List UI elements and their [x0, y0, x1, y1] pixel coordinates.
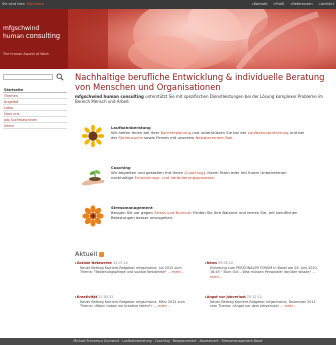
- news-date: 29.05.12: [218, 261, 234, 265]
- search-box: [3, 73, 64, 81]
- service-text-part: sowie Firmen mit unserem: [142, 135, 196, 140]
- link-newplacement[interactable]: Newplacement-Tool: [195, 135, 232, 140]
- news-body: Neuer Beitrag Karriere-Ratgeber mfgschwi…: [205, 300, 323, 309]
- logo-word-consulting: consulting: [23, 31, 61, 40]
- news-date: 27.03.12: [98, 295, 114, 299]
- news-item: Angst vor Jobverlust 15.12.11 Neuer Beit…: [205, 295, 323, 309]
- news-heading: Aktuell: [75, 250, 105, 258]
- news-title[interactable]: Kreativität: [77, 295, 98, 299]
- top-link-anfahrt[interactable]: Anfahrt: [319, 2, 334, 6]
- news-more-link[interactable]: mehr...: [158, 304, 170, 308]
- news-more-link[interactable]: mehr...: [172, 270, 184, 274]
- logo-word-human: human: [3, 32, 24, 40]
- intro-text: mfgschwind human consulting unterstützt …: [75, 94, 332, 104]
- breadcrumb: Sie sind hier: Startseite: [2, 2, 44, 6]
- hero-image: [68, 9, 336, 69]
- orange-flower-icon: [82, 205, 104, 227]
- top-link-referenzen[interactable]: Referenzen: [291, 2, 313, 6]
- top-bar: Sie sind hier: Startseite Kontakt Profil…: [0, 0, 336, 9]
- link-veraenderungsprozesse[interactable]: Entwicklungs- und Veränderungsprozesse: [135, 175, 214, 180]
- news-item: News 29.05.12 Einladung zum PERSONALER F…: [205, 261, 323, 279]
- news-text: Einladung zum PERSONALER FORUM in Basel …: [210, 265, 318, 275]
- news-more-link[interactable]: mehr...: [285, 304, 297, 308]
- news-body: Einladung zum PERSONALER FORUM in Basel …: [205, 266, 323, 280]
- top-link-kontakt[interactable]: Kontakt: [252, 2, 268, 6]
- service-text: Wir begleiten und gestalten mit Ihnen (C…: [111, 170, 307, 180]
- breadcrumb-current[interactable]: Startseite: [26, 2, 43, 6]
- news-more-link[interactable]: mehr...: [210, 275, 222, 279]
- footer: Michael Francesco Gschwind · Laufbahnber…: [0, 338, 336, 345]
- news-title[interactable]: News: [207, 261, 217, 265]
- service-body: Stressmanagement Beugen Sie vor gegen St…: [111, 205, 307, 220]
- news-date: 15.12.11: [246, 295, 262, 299]
- service-body: Laufbahnberatung Wir helfen Ihnen bei Ih…: [111, 125, 307, 140]
- rss-feed-icon[interactable]: [99, 251, 105, 257]
- page-title: Nachhaltige berufliche Entwicklung & ind…: [75, 72, 325, 92]
- news-item: Kreativität 27.03.12 Neuer Beitrag Karri…: [75, 295, 193, 309]
- sunflower-icon: [82, 125, 104, 147]
- news-heading-text: Aktuell: [75, 250, 98, 258]
- brand-tagline: The human Aspect of Work: [3, 52, 49, 56]
- news-date: 31.07.12: [112, 261, 129, 265]
- service-text-part: .: [213, 175, 216, 180]
- nav-item-intern[interactable]: Intern: [3, 123, 67, 129]
- news-text: Neuer Beitrag Karriere-Ratgeber mfgschwi…: [210, 299, 316, 309]
- service-text: Beugen Sie vor gegen Stress und Burnout:…: [111, 210, 307, 220]
- service-text: Wir helfen Ihnen bei Ihrer Karriereplanu…: [111, 130, 307, 140]
- service-text-part: .: [232, 135, 234, 140]
- link-laufbahnoptimierung[interactable]: Laufbahnoptimierung: [248, 130, 289, 135]
- news-body: Neuer Beitrag Karriere-Ratgeber mfgschwi…: [75, 300, 193, 309]
- brand-panel: mfgschwind human consulting The human As…: [0, 9, 68, 69]
- search-input[interactable]: [3, 74, 53, 80]
- breadcrumb-prefix: Sie sind hier:: [2, 2, 26, 6]
- site-logo[interactable]: mfgschwind human consulting: [3, 25, 61, 40]
- news-title[interactable]: Angst vor Jobverlust: [207, 295, 246, 299]
- header-banner: mfgschwind human consulting The human As…: [0, 9, 336, 69]
- link-stellensuche[interactable]: Stellensuche: [119, 135, 143, 140]
- news-title[interactable]: Soziale Netzwerke: [77, 261, 112, 265]
- hand-seedling-icon: [82, 170, 105, 186]
- news-body: Neuer Beitrag Karriere-Ratgeber mfgschwi…: [75, 266, 193, 275]
- news-item: Soziale Netzwerke 31.07.12 Neuer Beitrag…: [75, 261, 193, 275]
- service-body: Coaching Wir begleiten und gestalten mit…: [111, 165, 307, 180]
- search-icon[interactable]: [56, 73, 64, 81]
- sidebar-nav: Startseite Themen Angebot Labor Über uns…: [3, 87, 67, 129]
- news-text: Neuer Beitrag Karriere-Ratgeber mfgschwi…: [80, 265, 182, 275]
- top-link-profil[interactable]: Profil: [274, 2, 285, 6]
- top-links: Kontakt Profil Referenzen Anfahrt: [247, 2, 334, 6]
